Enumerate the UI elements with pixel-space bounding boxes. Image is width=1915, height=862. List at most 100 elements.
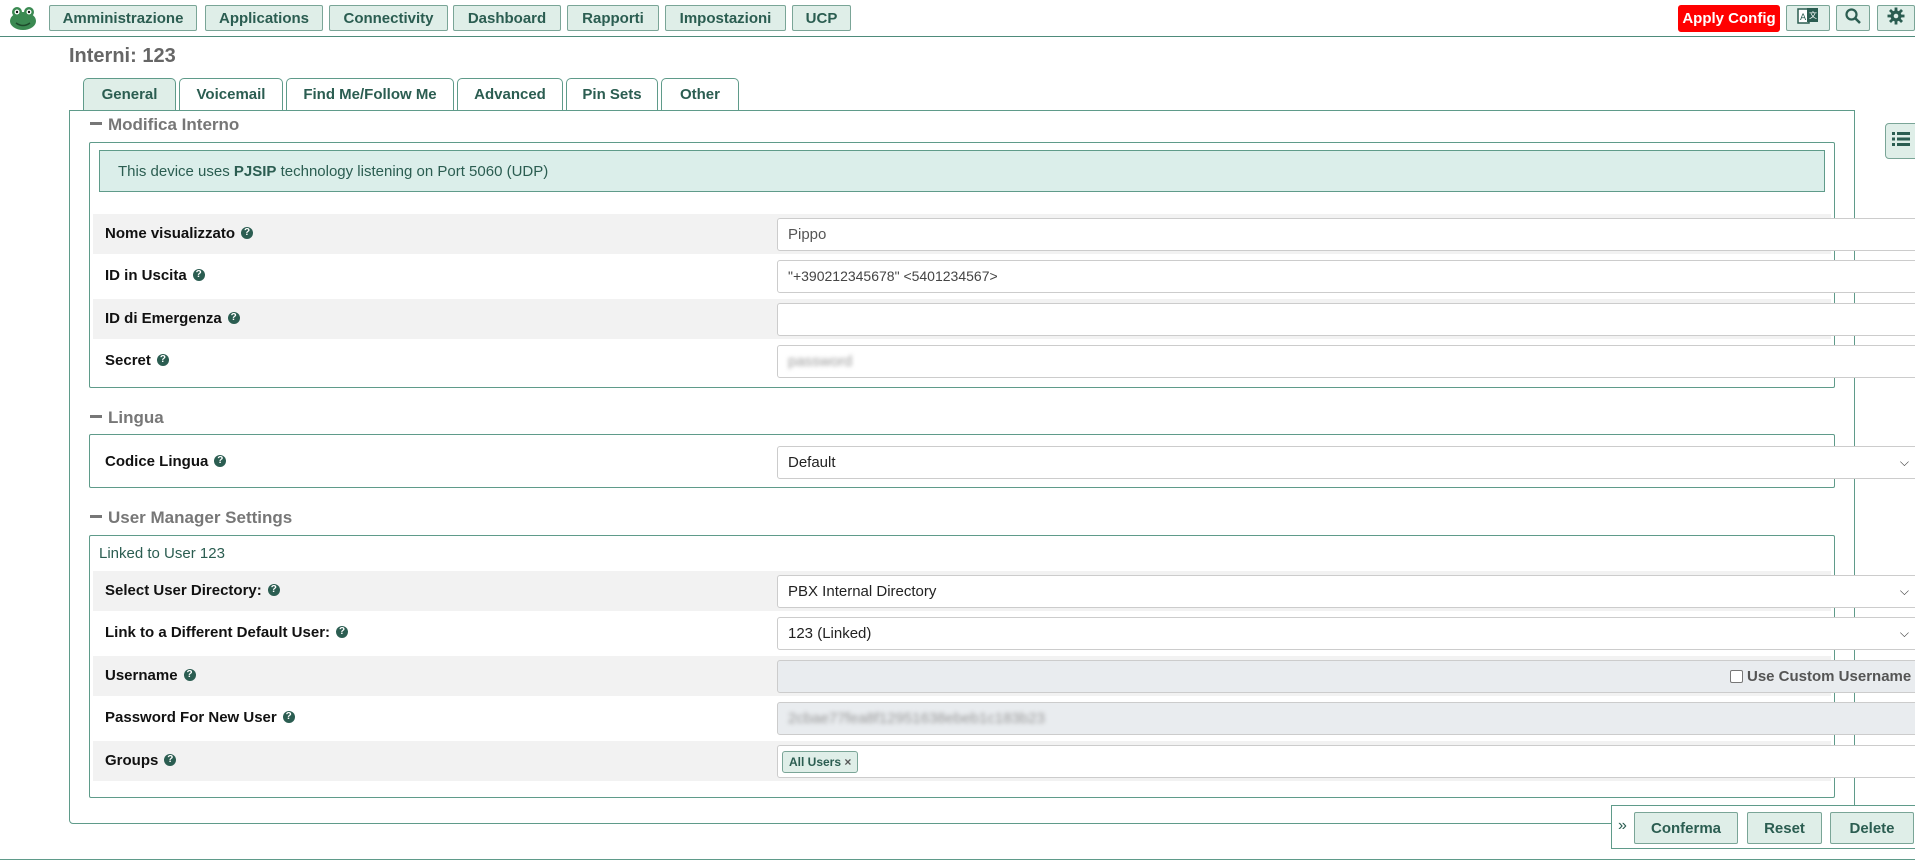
form-row-nome-visualizzato: Nome visualizzato? Pippo [93, 214, 1915, 254]
collapse-icon [90, 415, 102, 419]
apply-config-button[interactable]: Apply Config [1678, 5, 1780, 32]
help-icon[interactable]: ? [241, 227, 254, 240]
freepbx-logo-icon[interactable] [8, 4, 38, 32]
search-icon [1845, 8, 1861, 28]
chevron-down-icon: ⌵ [1899, 455, 1909, 469]
submit-button[interactable]: Conferma [1634, 812, 1738, 844]
section-title-text: User Manager Settings [108, 508, 293, 527]
nav-amministrazione[interactable]: Amministrazione [49, 5, 197, 31]
nav-connectivity[interactable]: Connectivity [329, 5, 448, 31]
emergency-cid-input[interactable] [777, 303, 1915, 336]
info-technology: PJSIP [233, 163, 277, 180]
tab-voicemail[interactable]: Voicemail [179, 78, 283, 110]
tab-advanced[interactable]: Advanced [457, 78, 563, 110]
custom-username-checkbox[interactable] [1730, 669, 1743, 683]
nav-applications[interactable]: Applications [205, 5, 323, 31]
nav-ucp[interactable]: UCP [792, 5, 851, 31]
secret-input[interactable]: password [777, 345, 1915, 378]
help-icon[interactable]: ? [282, 711, 295, 724]
default-user-value: 123 (Linked) [788, 625, 872, 642]
expand-actions-icon[interactable]: » [1618, 817, 1627, 835]
field-label-text: ID di Emergenza [105, 310, 222, 327]
display-name-input[interactable]: Pippo [777, 218, 1915, 251]
reset-button[interactable]: Reset [1747, 812, 1822, 844]
new-user-password-value: 2cbae77fea8f12951638ebeb1c183b23 [788, 710, 1045, 727]
list-icon [1892, 131, 1910, 151]
field-label: Select User Directory:? [105, 571, 280, 611]
field-label: ID in Uscita? [105, 256, 205, 296]
linked-user-text: Linked to User 123 [99, 545, 225, 562]
secret-value: password [788, 353, 853, 370]
search-button[interactable] [1836, 5, 1870, 31]
chip-remove-icon[interactable]: × [844, 755, 851, 769]
field-label-text: Select User Directory: [105, 582, 262, 599]
help-icon[interactable]: ? [336, 626, 349, 639]
form-row-username: Username? Use Custom Username [93, 656, 1915, 696]
section-title-user-manager[interactable]: User Manager Settings [90, 508, 292, 528]
user-directory-value: PBX Internal Directory [788, 583, 937, 600]
form-row-secret: Secret? password [93, 341, 1915, 381]
new-user-password-input[interactable]: 2cbae77fea8f12951638ebeb1c183b23 [777, 702, 1915, 735]
tab-general[interactable]: General [83, 78, 176, 111]
field-label-text: Nome visualizzato [105, 225, 236, 242]
section-title-modifica-interno[interactable]: Modifica Interno [90, 115, 239, 135]
field-label: Password For New User? [105, 698, 295, 738]
field-label: ID di Emergenza? [105, 299, 240, 339]
group-chip-label: All Users [789, 755, 842, 769]
tab-find-me-follow-me[interactable]: Find Me/Follow Me [286, 78, 454, 110]
field-label-text: Secret [105, 352, 151, 369]
field-label-text: Codice Lingua [105, 453, 209, 470]
username-input[interactable] [777, 660, 1719, 693]
field-label: Secret? [105, 341, 169, 381]
form-row-id-in-uscita: ID in Uscita? "+390212345678" <540123456… [93, 256, 1915, 296]
outbound-cid-input[interactable]: "+390212345678" <5401234567> [777, 260, 1915, 293]
form-row-default-user: Link to a Different Default User:? 123 (… [93, 613, 1915, 653]
field-label: Link to a Different Default User:? [105, 613, 349, 653]
help-icon[interactable]: ? [192, 269, 205, 282]
groups-multiselect[interactable]: All Users × [777, 745, 1915, 778]
collapse-icon [90, 515, 102, 519]
tab-pin-sets[interactable]: Pin Sets [566, 78, 658, 110]
user-directory-select[interactable]: PBX Internal Directory ⌵ [777, 575, 1915, 608]
field-label: Codice Lingua? [105, 442, 227, 482]
chevron-down-icon: ⌵ [1899, 584, 1909, 598]
delete-button[interactable]: Delete [1830, 812, 1914, 844]
gear-icon [1887, 7, 1905, 29]
page-title: Interni: 123 [69, 45, 176, 67]
nav-rapporti[interactable]: Rapporti [567, 5, 659, 31]
language-toggle-button[interactable]: A 文 [1786, 5, 1830, 31]
section-title-text: Modifica Interno [108, 115, 240, 134]
form-row-codice-lingua: Codice Lingua? Default ⌵ [93, 442, 1915, 482]
field-label-text: ID in Uscita [105, 267, 187, 284]
field-label-text: Username [105, 667, 178, 684]
help-icon[interactable]: ? [164, 754, 177, 767]
custom-username-addon: Use Custom Username [1718, 660, 1915, 693]
group-chip: All Users × [782, 751, 859, 773]
form-row-password: Password For New User? 2cbae77fea8f12951… [93, 698, 1915, 738]
section-title-text: Lingua [108, 408, 164, 427]
field-label-text: Link to a Different Default User: [105, 624, 331, 641]
info-suffix: technology listening on Port 5060 (UDP) [276, 163, 549, 180]
top-navigation-bar: Amministrazione Applications Connectivit… [0, 0, 1915, 37]
svg-text:文: 文 [1809, 10, 1817, 20]
tab-other[interactable]: Other [661, 78, 739, 110]
field-label: Groups? [105, 741, 177, 781]
field-label-text: Groups [105, 752, 159, 769]
side-menu-toggle[interactable] [1885, 123, 1915, 159]
help-icon[interactable]: ? [214, 455, 227, 468]
nav-impostazioni[interactable]: Impostazioni [665, 5, 786, 31]
help-icon[interactable]: ? [183, 669, 196, 682]
chevron-down-icon: ⌵ [1899, 626, 1909, 640]
default-user-select[interactable]: 123 (Linked) ⌵ [777, 617, 1915, 650]
nav-dashboard[interactable]: Dashboard [453, 5, 561, 31]
form-row-id-di-emergenza: ID di Emergenza? [93, 299, 1915, 339]
section-title-lingua[interactable]: Lingua [90, 408, 164, 428]
help-icon[interactable]: ? [227, 312, 240, 325]
help-icon[interactable]: ? [156, 354, 169, 367]
form-row-groups: Groups? All Users × [93, 741, 1915, 781]
language-code-select[interactable]: Default ⌵ [777, 446, 1915, 479]
footer-divider [0, 859, 1915, 860]
settings-button[interactable] [1877, 5, 1915, 31]
field-label: Username? [105, 656, 196, 696]
help-icon[interactable]: ? [267, 584, 280, 597]
